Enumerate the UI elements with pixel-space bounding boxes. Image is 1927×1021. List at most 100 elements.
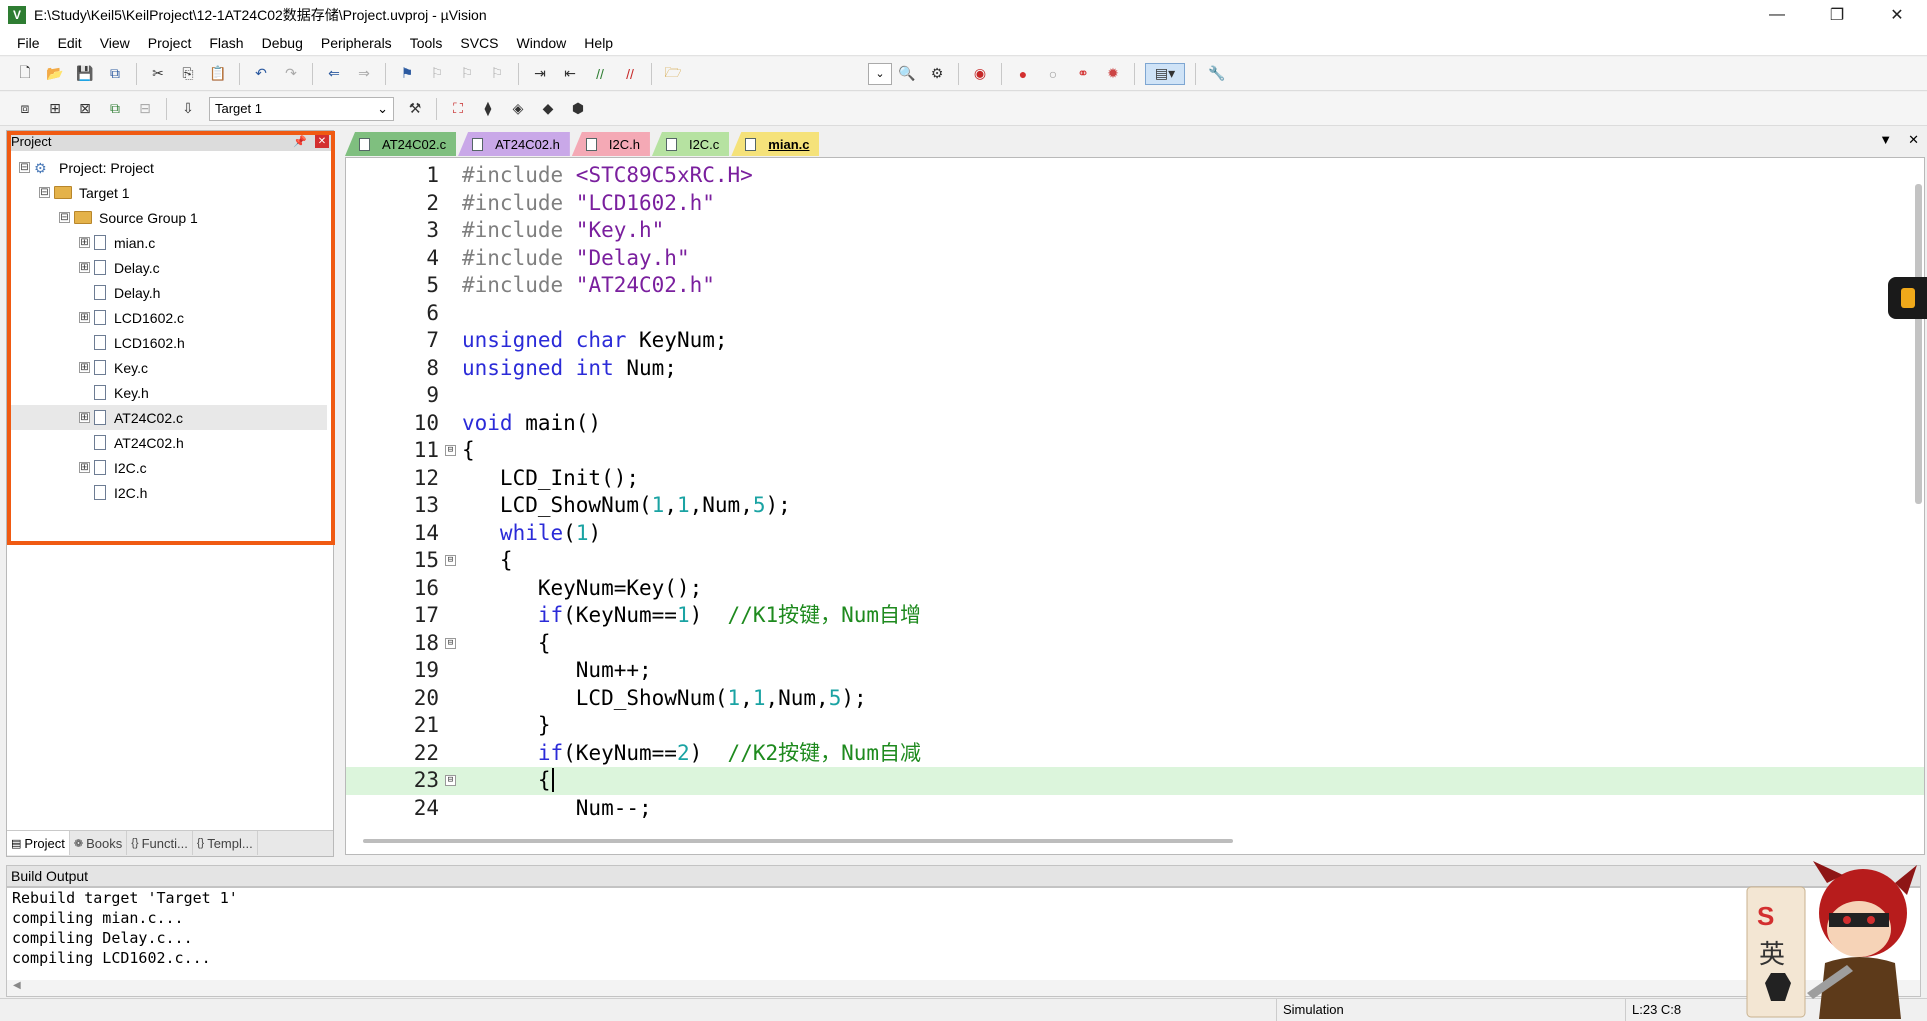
tab-project[interactable]: ▤ Project: [7, 831, 70, 855]
window-layout-icon[interactable]: ▤▾: [1145, 62, 1185, 85]
target-options-icon[interactable]: ⚒: [404, 98, 426, 120]
collapse-icon[interactable]: ⊟: [59, 212, 70, 223]
code-line[interactable]: 7 unsigned char KeyNum;: [346, 327, 1924, 355]
unindent-icon[interactable]: ⇤: [559, 63, 581, 85]
indent-icon[interactable]: ⇥: [529, 63, 551, 85]
collapse-icon[interactable]: ⊟: [39, 187, 50, 198]
incremental-find-icon[interactable]: ⚙: [926, 63, 948, 85]
expand-icon[interactable]: ⊞: [79, 312, 90, 323]
translate-icon[interactable]: ⧈: [14, 98, 36, 120]
tree-item[interactable]: I2C.h: [11, 480, 327, 505]
tab-list-icon[interactable]: ▼: [1879, 132, 1892, 148]
code-line[interactable]: 12 LCD_Init();: [346, 465, 1924, 493]
code-line[interactable]: 15 ⊟ {: [346, 547, 1924, 575]
close-tab-icon[interactable]: ✕: [1908, 132, 1919, 148]
breakpoint-icon[interactable]: ●: [1012, 63, 1034, 85]
navigate-forward-icon[interactable]: ⇒: [353, 63, 375, 85]
fold-collapse-icon[interactable]: ⊟: [445, 775, 456, 786]
disable-all-breakpoints-icon[interactable]: ⚭: [1072, 63, 1094, 85]
code-line[interactable]: 20 LCD_ShowNum(1,1,Num,5);: [346, 685, 1924, 713]
paste-icon[interactable]: 📋: [207, 63, 229, 85]
navigate-back-icon[interactable]: ⇐: [323, 63, 345, 85]
target-select[interactable]: Target 1 ⌄: [209, 96, 394, 121]
code-line[interactable]: 23 ⊟ {: [346, 767, 1924, 795]
menu-tools[interactable]: Tools: [401, 30, 452, 56]
next-bookmark-icon[interactable]: ⚐: [456, 63, 478, 85]
kill-all-breakpoints-icon[interactable]: ✹: [1102, 63, 1124, 85]
tree-item[interactable]: ⊟ ⚙ Project: Project: [11, 155, 327, 180]
pin-icon[interactable]: 📌: [293, 135, 307, 148]
editor-tab[interactable]: AT24C02.h: [458, 132, 570, 156]
cut-icon[interactable]: ✂: [147, 63, 169, 85]
debug-session-icon[interactable]: ◉: [969, 63, 991, 85]
menu-help[interactable]: Help: [575, 30, 622, 56]
floating-tool-icon[interactable]: [1888, 277, 1927, 319]
code-line[interactable]: 14 while(1): [346, 520, 1924, 548]
fold-collapse-icon[interactable]: ⊟: [445, 637, 456, 649]
configure-icon[interactable]: 🔧: [1206, 63, 1228, 85]
build-output-panel[interactable]: Rebuild target 'Target 1' compiling mian…: [6, 887, 1921, 997]
fold-collapse-icon[interactable]: ⊟: [445, 555, 456, 566]
editor-tab[interactable]: I2C.c: [651, 132, 730, 156]
expand-icon[interactable]: ⊞: [79, 237, 90, 248]
vertical-scrollbar[interactable]: [1915, 184, 1922, 504]
download-icon[interactable]: ⇩: [177, 98, 199, 120]
code-line[interactable]: 2 #include "LCD1602.h": [346, 190, 1924, 218]
code-editor[interactable]: 1 #include <STC89C5xRC.H> 2 #include "LCD16…: [345, 157, 1925, 855]
minimize-button[interactable]: —: [1747, 0, 1807, 30]
horizontal-scrollbar[interactable]: [363, 839, 1233, 843]
open-file-icon[interactable]: 📂: [44, 63, 66, 85]
close-button[interactable]: ✕: [1867, 0, 1927, 30]
code-line[interactable]: 6: [346, 300, 1924, 328]
expand-icon[interactable]: ⊞: [79, 412, 90, 423]
tree-item[interactable]: ⊞ Key.c: [11, 355, 327, 380]
code-line[interactable]: 24 Num--;: [346, 795, 1924, 823]
pack-installer-icon[interactable]: ◆: [537, 98, 559, 120]
tab-functions[interactable]: {} Functi...: [127, 831, 193, 855]
manage-rte-icon[interactable]: ◈: [507, 98, 529, 120]
tree-item[interactable]: ⊞ mian.c: [11, 230, 327, 255]
code-line[interactable]: 1 #include <STC89C5xRC.H>: [346, 162, 1924, 190]
tab-books[interactable]: ❁ Books: [70, 831, 128, 855]
close-panel-icon[interactable]: ✕: [315, 134, 329, 148]
code-area[interactable]: 1 #include <STC89C5xRC.H> 2 #include "LCD16…: [346, 162, 1924, 822]
save-all-icon[interactable]: ⧉: [104, 63, 126, 85]
tree-item[interactable]: ⊞ Delay.c: [11, 255, 327, 280]
tree-item[interactable]: ⊞ LCD1602.c: [11, 305, 327, 330]
menu-view[interactable]: View: [91, 30, 139, 56]
tab-templates[interactable]: {} Templ...: [193, 831, 258, 855]
editor-tab[interactable]: mian.c: [731, 132, 820, 156]
select-packs-icon[interactable]: ⧫: [477, 98, 499, 120]
code-line[interactable]: 13 LCD_ShowNum(1,1,Num,5);: [346, 492, 1924, 520]
menu-peripherals[interactable]: Peripherals: [312, 30, 401, 56]
comment-icon[interactable]: //: [589, 63, 611, 85]
restore-button[interactable]: ❐: [1807, 0, 1867, 30]
code-line[interactable]: 21 }: [346, 712, 1924, 740]
menu-file[interactable]: File: [8, 30, 49, 56]
code-line[interactable]: 16 KeyNum=Key();: [346, 575, 1924, 603]
prev-bookmark-icon[interactable]: ⚐: [426, 63, 448, 85]
copy-icon[interactable]: ⎘: [177, 63, 199, 85]
clear-bookmarks-icon[interactable]: ⚐: [486, 63, 508, 85]
menu-svcs[interactable]: SVCS: [451, 30, 507, 56]
menu-flash[interactable]: Flash: [200, 30, 252, 56]
tree-item[interactable]: ⊞ AT24C02.c: [11, 405, 327, 430]
code-line[interactable]: 17 if(KeyNum==1) //K1按键，Num自增: [346, 602, 1924, 630]
code-line[interactable]: 3 #include "Key.h": [346, 217, 1924, 245]
tree-item[interactable]: AT24C02.h: [11, 430, 327, 455]
manage-components-icon[interactable]: ⛶: [447, 98, 469, 120]
code-line[interactable]: 18 ⊟ {: [346, 630, 1924, 658]
redo-icon[interactable]: ↷: [280, 63, 302, 85]
menu-debug[interactable]: Debug: [253, 30, 312, 56]
build-horizontal-scrollbar[interactable]: ◀: [7, 980, 1920, 996]
tree-item[interactable]: LCD1602.h: [11, 330, 327, 355]
rebuild-icon[interactable]: ⊠: [74, 98, 96, 120]
tree-item[interactable]: ⊟ Target 1: [11, 180, 327, 205]
collapse-icon[interactable]: ⊟: [19, 162, 30, 173]
find-dropdown[interactable]: ⌄: [868, 62, 892, 85]
build-icon[interactable]: ⊞: [44, 98, 66, 120]
find-in-files-icon[interactable]: 🗁: [662, 63, 684, 85]
menu-edit[interactable]: Edit: [49, 30, 91, 56]
menu-window[interactable]: Window: [508, 30, 576, 56]
code-line[interactable]: 8 unsigned int Num;: [346, 355, 1924, 383]
